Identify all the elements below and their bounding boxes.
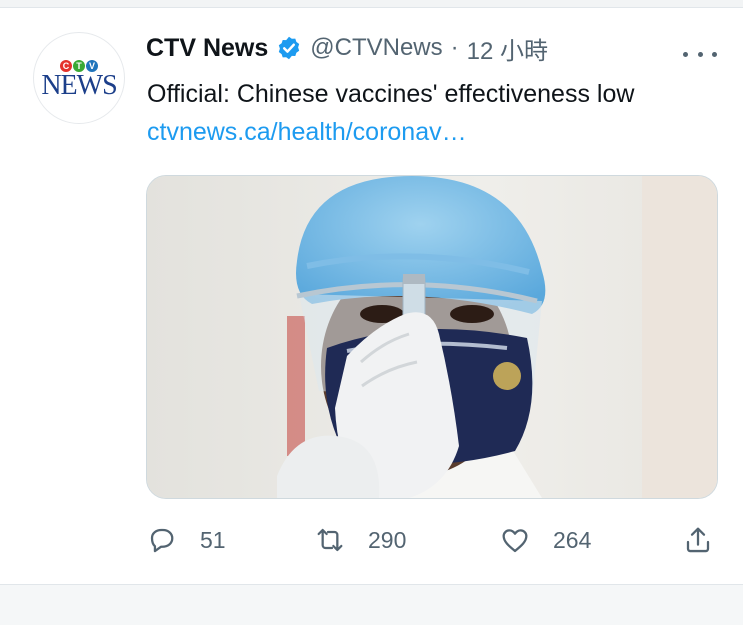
share-icon bbox=[686, 527, 710, 553]
verified-badge-icon bbox=[279, 36, 300, 60]
share-button[interactable] bbox=[682, 520, 714, 560]
tweet-text: Official: Chinese vaccines' effectivenes… bbox=[147, 80, 635, 108]
retweet-icon bbox=[317, 528, 343, 552]
author-handle[interactable]: @CTVNews bbox=[310, 34, 442, 62]
more-dot bbox=[683, 51, 688, 57]
timeline-divider-top bbox=[0, 0, 743, 8]
photo-health-worker-vaccine-vial bbox=[147, 176, 717, 498]
more-dot bbox=[697, 51, 703, 57]
tweet-link[interactable]: ctvnews.ca/health/coronav… bbox=[147, 118, 467, 147]
retweet-count: 290 bbox=[368, 526, 407, 553]
reply-count: 51 bbox=[200, 526, 226, 553]
like-count: 264 bbox=[553, 526, 592, 553]
meta-separator: · bbox=[450, 34, 459, 61]
timeline-divider-bottom bbox=[0, 584, 743, 625]
tweet[interactable]: C T V NEWS CTV News @CTVNews · 12 小時 Off… bbox=[0, 8, 743, 584]
tweet-header: CTV News @CTVNews · 12 小時 bbox=[146, 30, 548, 66]
heart-icon bbox=[502, 529, 528, 553]
tweet-actions: 51 290 264 bbox=[146, 520, 717, 560]
tweet-timestamp[interactable]: 12 小時 bbox=[467, 31, 548, 66]
more-dot bbox=[712, 51, 717, 57]
reply-icon bbox=[150, 528, 174, 553]
like-button[interactable]: 264 bbox=[499, 520, 591, 560]
reply-button[interactable]: 51 bbox=[146, 520, 226, 560]
tweet-media-image[interactable] bbox=[146, 175, 718, 499]
retweet-button[interactable]: 290 bbox=[314, 520, 406, 560]
avatar[interactable]: C T V NEWS bbox=[33, 32, 125, 124]
more-options-icon[interactable] bbox=[683, 44, 717, 64]
ctv-logo-word: NEWS bbox=[41, 70, 117, 101]
author-name[interactable]: CTV News bbox=[146, 34, 268, 63]
